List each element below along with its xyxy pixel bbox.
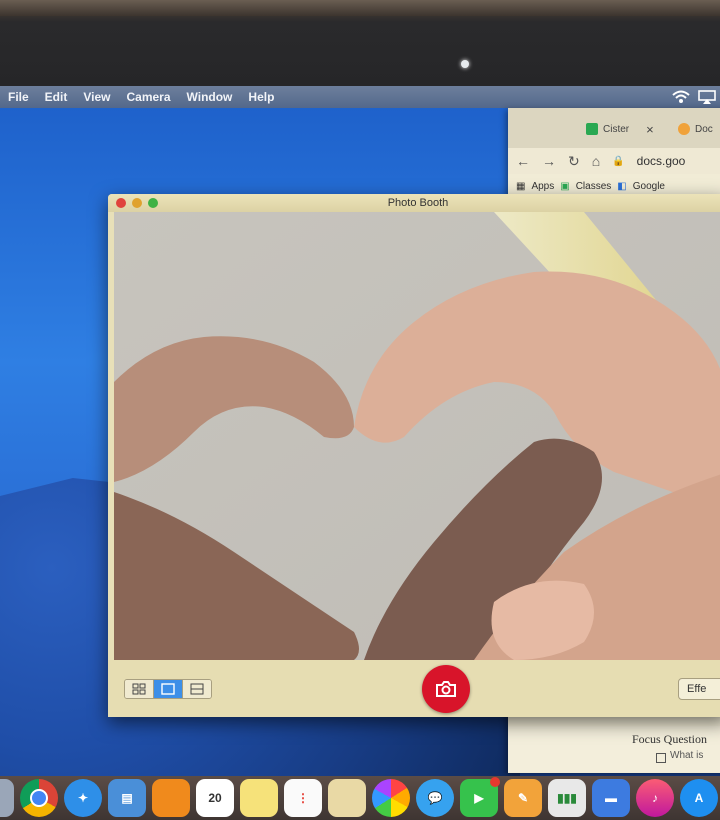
preview-image xyxy=(114,212,720,660)
window-titlebar[interactable]: Photo Booth xyxy=(108,194,720,212)
tab-label: Doc xyxy=(695,123,713,135)
film-icon xyxy=(190,683,204,695)
grid-icon xyxy=(132,683,146,695)
browser-toolbar: ← → ↻ ⌂ 🔒 docs.goo xyxy=(508,148,720,174)
tab-docs[interactable]: Doc xyxy=(678,118,713,140)
chrome-icon[interactable] xyxy=(20,779,58,817)
menu-view[interactable]: View xyxy=(75,90,118,104)
four-up-view-button[interactable] xyxy=(125,680,154,698)
menu-file[interactable]: File xyxy=(0,90,37,104)
photo-booth-toolbar: Effe xyxy=(108,660,720,717)
tab-label: Cister xyxy=(603,123,630,135)
address-bar[interactable]: docs.goo xyxy=(637,154,686,168)
take-photo-button[interactable] xyxy=(422,665,470,713)
monitor-bezel xyxy=(0,0,720,86)
keynote-icon[interactable]: ▬ xyxy=(592,779,630,817)
tab-classroom[interactable]: Cister × xyxy=(586,118,654,140)
menu-edit[interactable]: Edit xyxy=(37,90,76,104)
safari-icon[interactable]: ✦ xyxy=(64,779,102,817)
photo-booth-window[interactable]: Photo Booth Effe xyxy=(108,194,720,717)
finder-icon[interactable] xyxy=(0,779,14,817)
calendar-day: 20 xyxy=(208,791,222,805)
menu-help[interactable]: Help xyxy=(240,90,282,104)
notes-icon[interactable] xyxy=(240,779,278,817)
status-icons xyxy=(672,86,720,108)
docs-icon xyxy=(678,123,690,135)
webcam-icon xyxy=(461,60,469,68)
video-view-button[interactable] xyxy=(183,680,211,698)
single-frame-icon xyxy=(161,683,175,695)
apps-grid-icon: ▦ xyxy=(516,180,526,192)
doc-item: What is xyxy=(670,750,704,761)
checkbox[interactable] xyxy=(656,753,666,763)
camera-icon xyxy=(436,681,456,697)
pages-icon[interactable]: ✎ xyxy=(504,779,542,817)
home-icon[interactable]: ⌂ xyxy=(592,153,600,169)
messages-icon[interactable]: 💬 xyxy=(416,779,454,817)
lock-icon: 🔒 xyxy=(612,155,625,167)
desktop: File Edit View Camera Window Help Cister… xyxy=(0,86,720,776)
wifi-icon[interactable] xyxy=(672,90,690,104)
bookmark-classes[interactable]: Classes xyxy=(576,181,612,192)
dock: ✦ ▤ 20 ⋮ 💬 ▶ ✎ ▮▮▮ ▬ ♪ A xyxy=(0,776,720,820)
doc-heading: Focus Question xyxy=(632,732,707,746)
photos-icon[interactable] xyxy=(372,779,410,817)
view-mode-group xyxy=(124,679,212,699)
classroom-icon xyxy=(586,123,598,135)
notification-badge xyxy=(490,777,500,787)
menu-bar: File Edit View Camera Window Help xyxy=(0,86,720,108)
facetime-icon[interactable]: ▶ xyxy=(460,777,500,817)
camera-preview xyxy=(114,212,720,660)
reminders-icon[interactable]: ⋮ xyxy=(284,779,322,817)
back-icon[interactable]: ← xyxy=(516,153,530,169)
bookmark-apps[interactable]: Apps xyxy=(531,181,554,192)
bezel-lip xyxy=(0,0,720,16)
google-icon: ◧ xyxy=(617,180,627,192)
preview-icon[interactable]: ▤ xyxy=(108,779,146,817)
photo-viewer-icon[interactable] xyxy=(328,779,366,817)
single-photo-view-button[interactable] xyxy=(154,680,183,698)
calendar-icon[interactable]: 20 xyxy=(196,779,234,817)
menu-camera[interactable]: Camera xyxy=(118,90,178,104)
bookmark-google[interactable]: Google xyxy=(633,181,665,192)
window-title: Photo Booth xyxy=(387,197,449,209)
effects-button[interactable]: Effe xyxy=(678,678,720,700)
numbers-icon[interactable]: ▮▮▮ xyxy=(548,779,586,817)
airplay-icon[interactable] xyxy=(698,90,716,104)
ibooks-icon[interactable] xyxy=(152,779,190,817)
music-icon[interactable]: ♪ xyxy=(636,779,674,817)
classes-icon: ▣ xyxy=(560,180,570,192)
reload-icon[interactable]: ↻ xyxy=(568,153,580,170)
close-icon[interactable]: × xyxy=(646,122,654,137)
app-store-icon[interactable]: A xyxy=(680,779,718,817)
tab-strip: Cister × Doc xyxy=(508,108,720,148)
menu-window[interactable]: Window xyxy=(179,90,241,104)
document-page: Focus Question What is xyxy=(508,726,720,772)
forward-icon[interactable]: → xyxy=(542,153,556,169)
